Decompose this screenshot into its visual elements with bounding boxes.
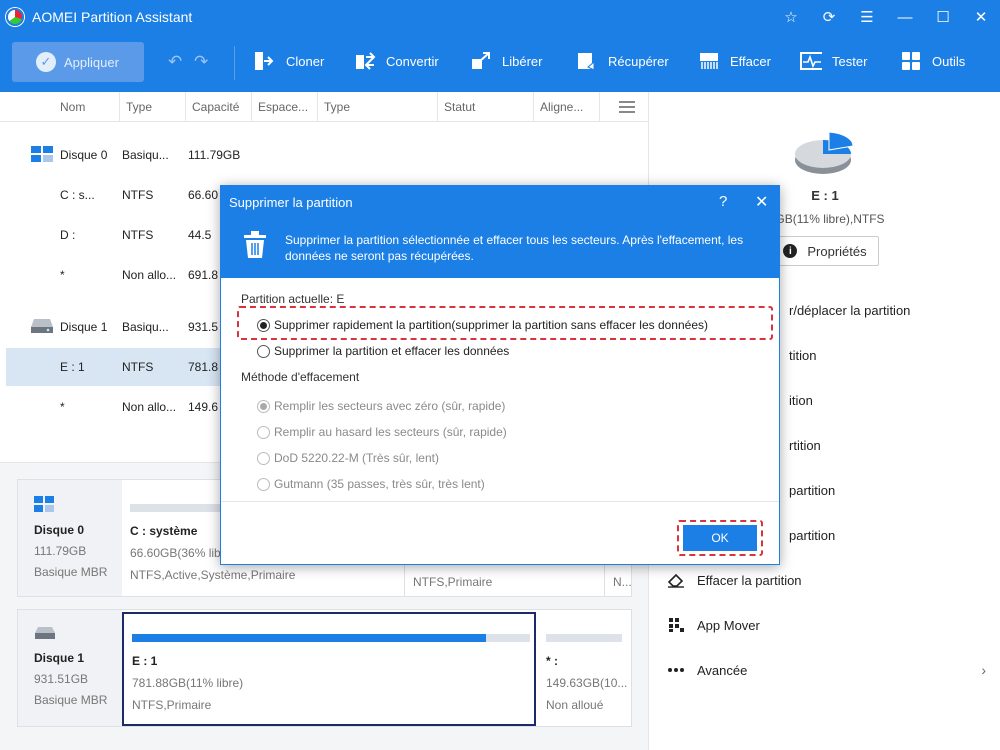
eraser-icon	[667, 572, 685, 588]
minimize-icon[interactable]: —	[886, 0, 924, 34]
dialog-close-icon[interactable]: ✕	[755, 192, 768, 212]
dialog-title: Supprimer la partition	[229, 195, 353, 210]
properties-button[interactable]: i Propriétés	[771, 236, 879, 266]
expand-icon	[470, 50, 492, 72]
disk-icon	[30, 145, 54, 166]
toolbar-separator	[234, 46, 235, 80]
op-advanced[interactable]: Avancée	[667, 658, 747, 682]
radio-unchecked-icon	[257, 344, 270, 358]
current-partition-label: Partition actuelle: E	[241, 292, 345, 306]
disk-card-1[interactable]: Disque 1 931.51GB Basique MBR E : 1 781.…	[17, 609, 632, 727]
ok-button[interactable]: OK	[683, 525, 757, 551]
check-icon: ✓	[36, 52, 56, 72]
star-icon[interactable]: ☆	[772, 0, 810, 34]
menu-icon[interactable]: ☰	[848, 0, 886, 34]
chevron-right-icon[interactable]: ›	[981, 662, 986, 678]
app-title: AOMEI Partition Assistant	[32, 9, 193, 25]
convert-icon	[354, 50, 376, 72]
recover-icon	[576, 50, 598, 72]
info-icon: i	[783, 244, 798, 258]
convert-button[interactable]: Convertir	[354, 50, 439, 72]
close-icon[interactable]: ✕	[962, 0, 1000, 34]
col-fs-type[interactable]: Type	[318, 92, 438, 122]
help-icon[interactable]: ?	[719, 193, 727, 210]
radio-method-random[interactable]: Remplir au hasard les secteurs (sûr, rap…	[257, 425, 507, 439]
maximize-icon[interactable]: ☐	[924, 0, 962, 34]
col-name[interactable]: Nom	[0, 92, 120, 122]
app-logo-icon	[6, 8, 24, 26]
test-button[interactable]: Tester	[800, 50, 867, 72]
radio-delete-and-wipe[interactable]: Supprimer la partition et effacer les do…	[257, 344, 509, 358]
wipe-method-label: Méthode d'effacement	[241, 370, 360, 384]
radio-quick-delete[interactable]: Supprimer rapidement la partition(suppri…	[257, 318, 708, 332]
disk-icon	[34, 496, 54, 515]
op-wipe-partition[interactable]: Effacer la partition	[667, 568, 802, 592]
radio-checked-icon	[257, 318, 270, 332]
op-item-4[interactable]: rtition	[789, 433, 821, 457]
more-dots-icon	[667, 667, 685, 673]
col-capacity[interactable]: Capacité	[186, 92, 252, 122]
toolbar: ✓ Appliquer ↶ ↷ Cloner Convertir Libérer…	[0, 40, 1000, 84]
op-resize-move[interactable]: r/déplacer la partition	[789, 298, 910, 322]
col-align[interactable]: Aligne...	[534, 92, 600, 122]
trash-icon	[241, 230, 269, 263]
col-type[interactable]: Type	[120, 92, 186, 122]
col-status[interactable]: Statut	[438, 92, 534, 122]
redo-icon[interactable]: ↷	[194, 52, 208, 72]
dialog-description: Supprimer la partition sélectionnée et e…	[285, 233, 744, 263]
col-space[interactable]: Espace...	[252, 92, 318, 122]
shredder-icon	[698, 50, 720, 72]
tools-grid-icon	[900, 50, 922, 72]
op-item-5[interactable]: partition	[789, 478, 835, 502]
window-controls: ☆ ⟳ ☰ — ☐ ✕	[772, 0, 1000, 34]
list-row-disk0[interactable]: Disque 0 Basiqu... 111.79GB	[6, 136, 648, 174]
wipe-button[interactable]: Effacer	[698, 50, 771, 72]
partition-list-header: Nom Type Capacité Espace... Type Statut …	[0, 92, 648, 122]
refresh-icon[interactable]: ⟳	[810, 0, 848, 34]
disk-info: Disque 0 111.79GB Basique MBR	[18, 480, 122, 596]
free-button[interactable]: Libérer	[470, 50, 542, 72]
op-item-6[interactable]: partition	[789, 523, 835, 547]
radio-method-gutmann[interactable]: Gutmann (35 passes, très sûr, très lent)	[257, 477, 485, 491]
pulse-icon	[800, 50, 822, 72]
op-item-2[interactable]: tition	[789, 343, 816, 367]
apply-button[interactable]: ✓ Appliquer	[12, 42, 144, 82]
pie-chart-icon	[795, 131, 854, 174]
op-item-3[interactable]: ition	[789, 388, 813, 412]
hard-drive-icon	[30, 318, 54, 337]
hard-drive-icon	[34, 627, 56, 643]
clone-button[interactable]: Cloner	[254, 50, 324, 72]
delete-partition-dialog: Supprimer la partition ? ✕ Supprimer la …	[220, 185, 780, 565]
column-settings-icon[interactable]	[600, 92, 648, 122]
disk-info: Disque 1 931.51GB Basique MBR	[18, 610, 122, 726]
radio-method-zero[interactable]: Remplir les secteurs avec zéro (sûr, rap…	[257, 399, 505, 413]
dialog-body: Partition actuelle: E Supprimer rapideme…	[221, 278, 779, 502]
undo-icon[interactable]: ↶	[168, 52, 182, 72]
partition-e-selected[interactable]: E : 1 781.88GB(11% libre) NTFS,Primaire	[122, 612, 536, 726]
dialog-header: Supprimer la partition ? ✕ Supprimer la …	[221, 186, 779, 278]
partition-unalloc1[interactable]: * : 149.63GB(10... Non alloué	[538, 610, 632, 726]
tools-button[interactable]: Outils	[900, 50, 965, 72]
title-and-toolbar: AOMEI Partition Assistant ☆ ⟳ ☰ — ☐ ✕ ✓ …	[0, 0, 1000, 92]
recover-button[interactable]: Récupérer	[576, 50, 669, 72]
clone-icon	[254, 50, 276, 72]
app-mover-icon	[667, 617, 685, 633]
op-app-mover[interactable]: App Mover	[667, 613, 760, 637]
radio-method-dod[interactable]: DoD 5220.22-M (Très sûr, lent)	[257, 451, 439, 465]
